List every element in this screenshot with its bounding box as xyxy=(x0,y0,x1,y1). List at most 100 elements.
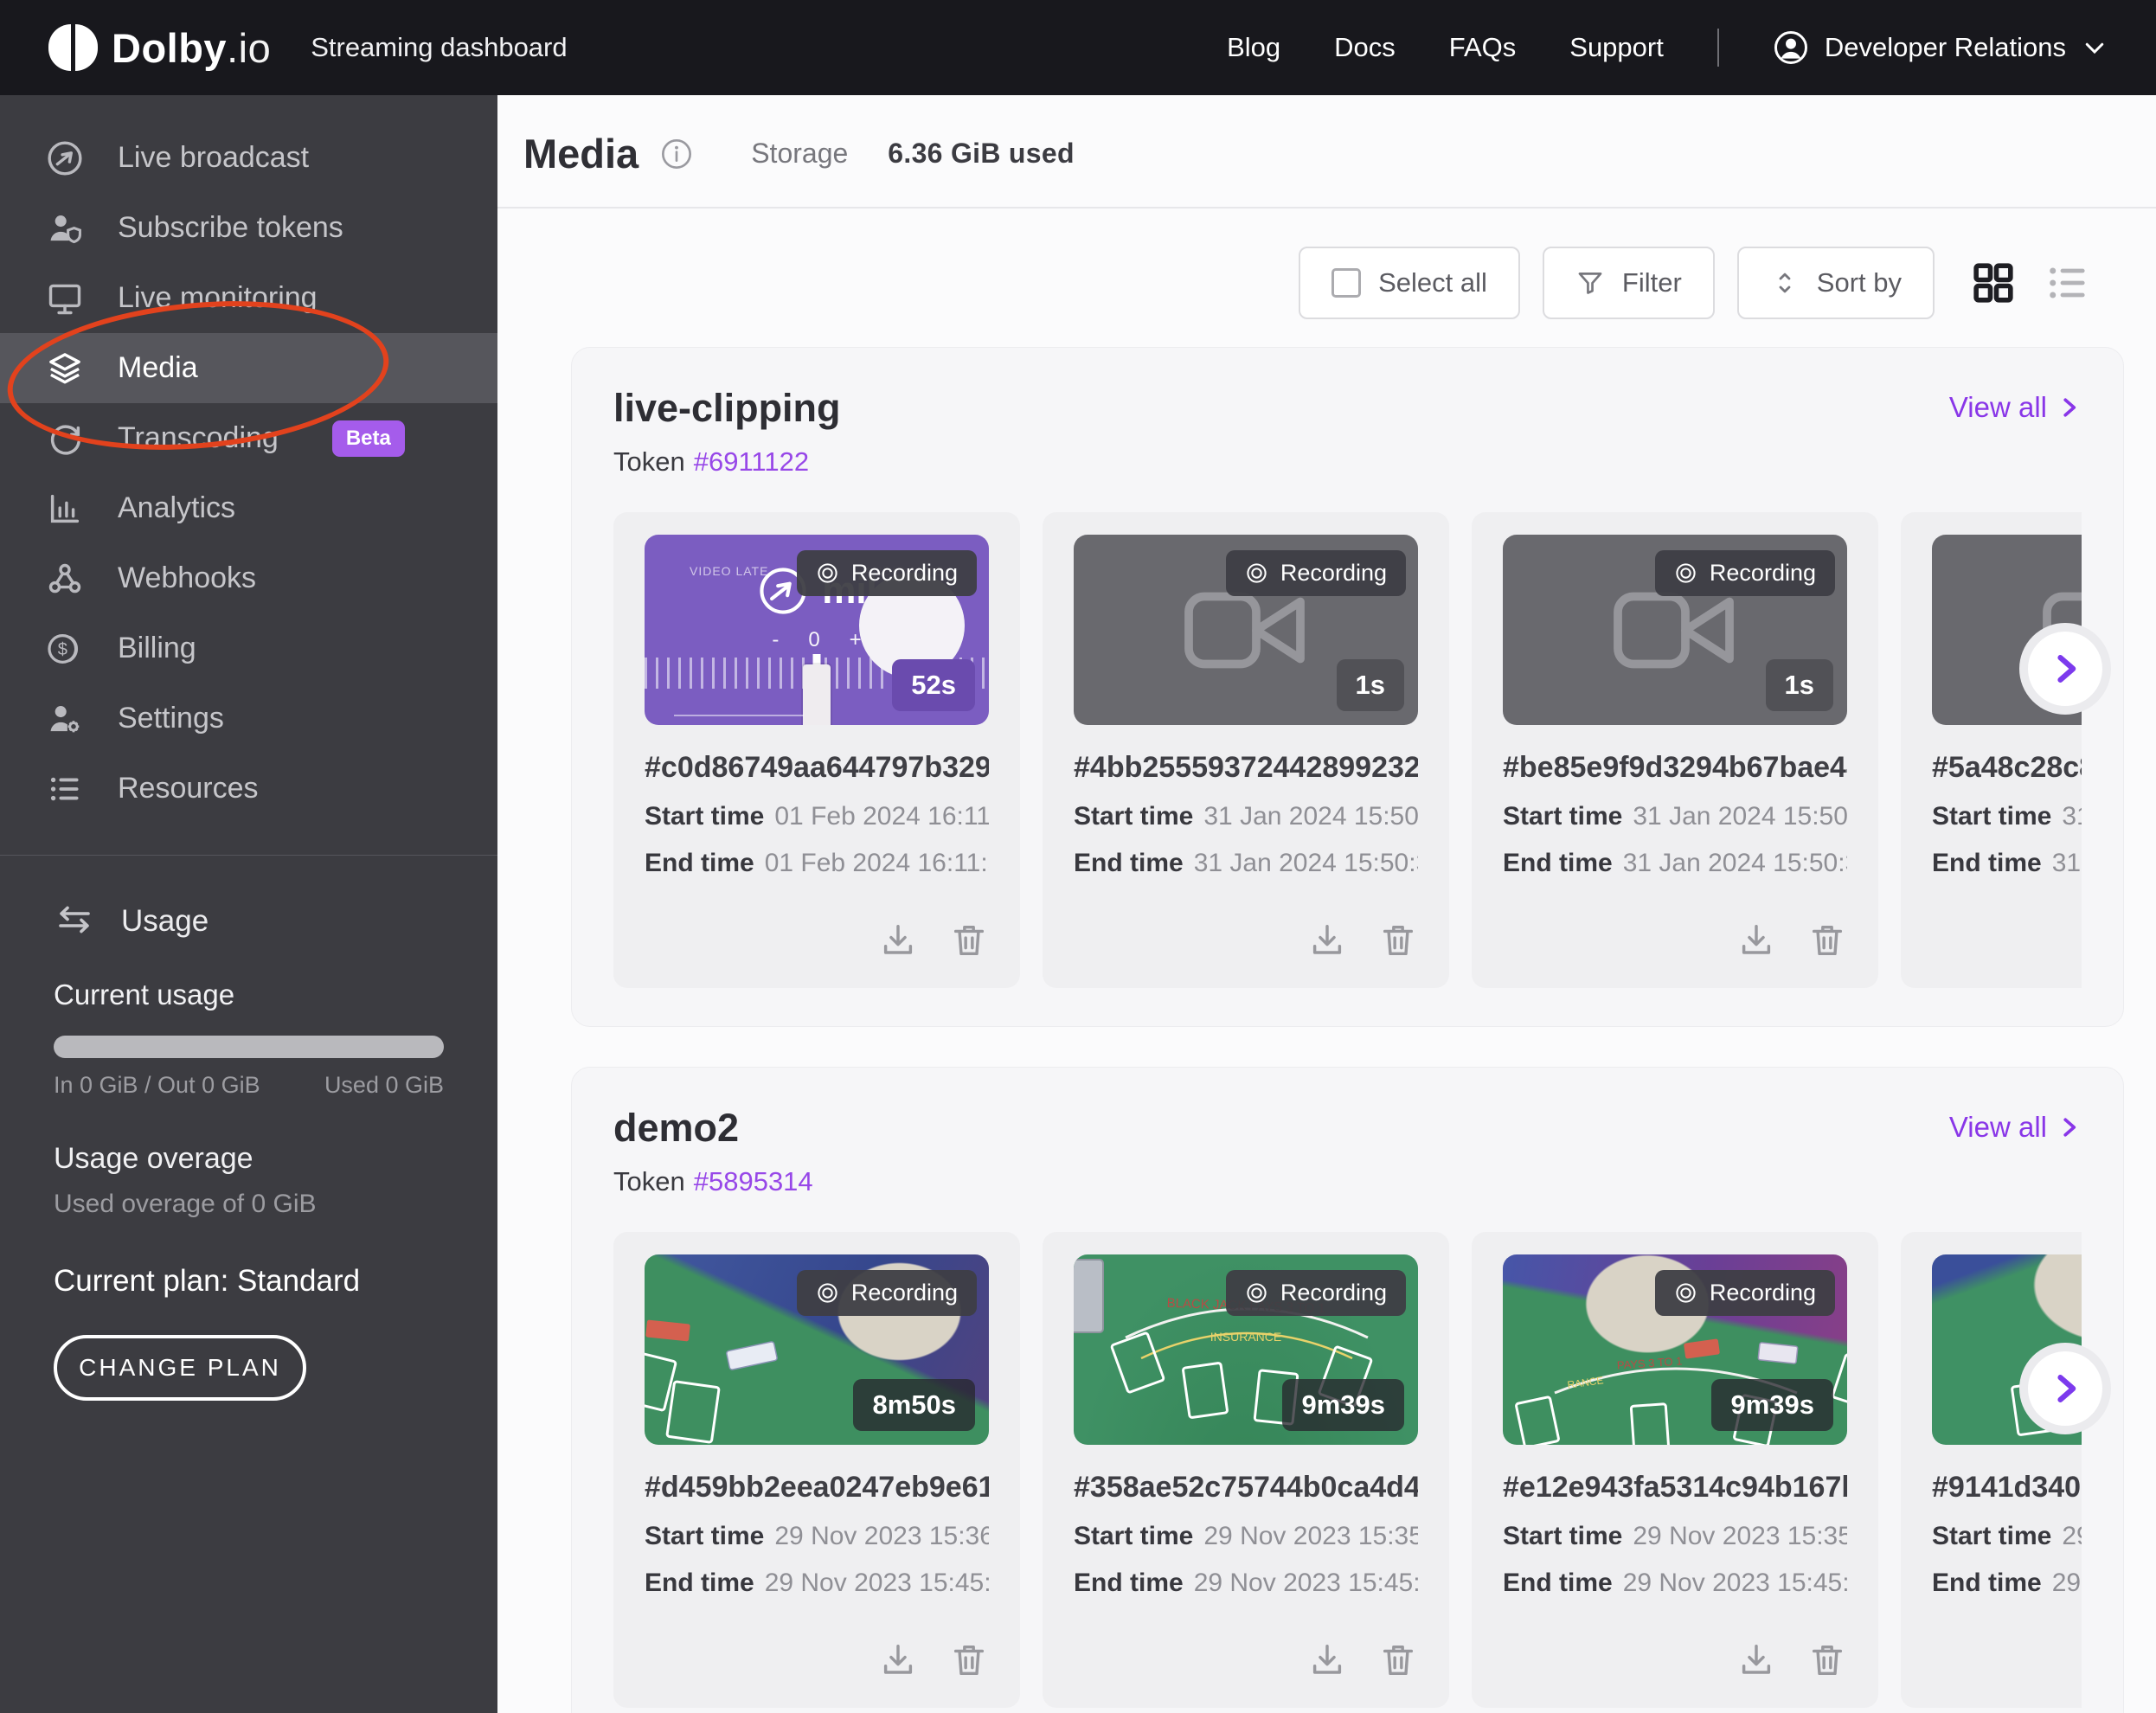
recording-badge: Recording xyxy=(797,550,977,596)
info-icon[interactable] xyxy=(659,137,694,171)
sidebar-item-label: Media xyxy=(118,351,198,385)
coin-dollar-icon: $ xyxy=(45,629,85,669)
bar-chart-icon xyxy=(45,489,85,529)
next-cards-button[interactable] xyxy=(2019,1343,2111,1434)
download-icon[interactable] xyxy=(1307,1640,1347,1680)
sidebar-item-live-broadcast[interactable]: Live broadcast xyxy=(0,123,497,193)
record-dot-icon xyxy=(816,1281,839,1305)
download-icon[interactable] xyxy=(878,921,918,960)
sidebar-item-live-monitoring[interactable]: Live monitoring xyxy=(0,263,497,333)
dolby-double-d-icon xyxy=(48,24,98,71)
media-thumbnail[interactable]: Recording 1s xyxy=(1503,535,1847,725)
top-nav: Blog Docs FAQs Support Developer Relatio… xyxy=(1227,29,2108,67)
duration-badge: 8m50s xyxy=(853,1379,975,1431)
duration-badge: 9m39s xyxy=(1711,1379,1833,1431)
change-plan-button[interactable]: CHANGE PLAN xyxy=(54,1335,306,1401)
dolby-logo[interactable]: Dolby.io xyxy=(48,24,271,72)
download-icon[interactable] xyxy=(878,1640,918,1680)
media-id: #9141d340670 xyxy=(1932,1471,2082,1504)
media-thumbnail[interactable]: PAYS 3 TO 1 RANCE xyxy=(1503,1254,1847,1445)
trash-icon[interactable] xyxy=(1378,1640,1418,1680)
toolbar: Select all Filter Sort by xyxy=(497,247,2156,319)
record-dot-icon xyxy=(1674,561,1697,585)
record-dot-icon xyxy=(1245,1281,1268,1305)
sidebar-nav: Live broadcast Subscribe tokens Live mon… xyxy=(0,95,497,824)
view-all-link[interactable]: View all xyxy=(1949,1111,2082,1144)
nav-faqs[interactable]: FAQs xyxy=(1449,32,1517,63)
sidebar-item-media[interactable]: Media xyxy=(0,333,497,403)
section-title: demo2 xyxy=(613,1106,739,1151)
cards-row: mil -0+ VIDEO LATE AUDIO LATE xyxy=(613,512,2082,988)
list-view-button[interactable] xyxy=(2044,259,2092,307)
sidebar-item-webhooks[interactable]: Webhooks xyxy=(0,543,497,613)
grid-view-button[interactable] xyxy=(1969,259,2018,307)
select-all-checkbox[interactable] xyxy=(1331,268,1361,298)
media-id: #e12e943fa5314c94b167bd... xyxy=(1503,1471,1847,1504)
filter-button[interactable]: Filter xyxy=(1543,247,1715,319)
account-label: Developer Relations xyxy=(1825,32,2066,63)
layers-icon xyxy=(45,349,85,388)
sort-by-button[interactable]: Sort by xyxy=(1737,247,1935,319)
nav-support[interactable]: Support xyxy=(1569,32,1664,63)
media-thumbnail[interactable]: Recording 8m50s xyxy=(645,1254,989,1445)
trash-icon[interactable] xyxy=(1807,1640,1847,1680)
trash-icon[interactable] xyxy=(1378,921,1418,960)
duration-badge: 9m39s xyxy=(1282,1379,1404,1431)
view-all-link[interactable]: View all xyxy=(1949,391,2082,424)
sidebar-item-subscribe-tokens[interactable]: Subscribe tokens xyxy=(0,193,497,263)
usage-title: Usage xyxy=(121,904,209,939)
account-menu[interactable]: Developer Relations xyxy=(1773,29,2108,66)
page-title: Media xyxy=(523,130,638,177)
section-title: live-clipping xyxy=(613,386,841,431)
nav-docs[interactable]: Docs xyxy=(1334,32,1396,63)
usage-overage-text: Used overage of 0 GiB xyxy=(54,1190,444,1219)
media-card-clipped: #5a48c28c8368 Start time31 Jan 2 End tim… xyxy=(1901,512,2082,988)
filter-funnel-icon xyxy=(1575,268,1605,298)
media-header: Media Storage 6.36 GiB used xyxy=(497,95,2156,177)
record-dot-icon xyxy=(816,561,839,585)
media-card-clipped: BLACK #9141d340670 Start time29 Nov 2 En… xyxy=(1901,1232,2082,1708)
main-content: Media Storage 6.36 GiB used Select all F… xyxy=(497,95,2156,1713)
media-thumbnail[interactable]: mil -0+ VIDEO LATE AUDIO LATE xyxy=(645,535,989,725)
svg-text:$: $ xyxy=(58,639,67,658)
trash-icon[interactable] xyxy=(949,921,989,960)
usage-used: Used 0 GiB xyxy=(324,1072,444,1099)
select-all-button[interactable]: Select all xyxy=(1299,247,1520,319)
recording-badge: Recording xyxy=(797,1270,977,1316)
chevron-right-icon xyxy=(2046,1370,2084,1408)
usage-overage-title: Usage overage xyxy=(54,1142,444,1176)
current-usage-label: Current usage xyxy=(54,978,444,1011)
media-thumbnail[interactable]: Recording 1s xyxy=(1074,535,1418,725)
token-line: Token#5895314 xyxy=(613,1166,2082,1197)
usage-panel: Usage Current usage In 0 GiB / Out 0 GiB… xyxy=(0,856,497,1401)
cards-row: Recording 8m50s #d459bb2eea0247eb9e613a.… xyxy=(613,1232,2082,1708)
sidebar-item-billing[interactable]: $ Billing xyxy=(0,613,497,683)
trash-icon[interactable] xyxy=(949,1640,989,1680)
video-late-label: VIDEO LATE xyxy=(690,564,768,621)
trash-icon[interactable] xyxy=(1807,921,1847,960)
download-icon[interactable] xyxy=(1307,921,1347,960)
usage-progress-bar xyxy=(54,1036,444,1058)
recording-badge: Recording xyxy=(1655,1270,1835,1316)
next-cards-button[interactable] xyxy=(2019,623,2111,715)
svg-text:INSURANCE: INSURANCE xyxy=(1210,1330,1281,1344)
media-id: #358ae52c75744b0ca4d4ec... xyxy=(1074,1471,1418,1504)
storage-label: Storage xyxy=(751,138,848,170)
chevron-right-icon xyxy=(2046,650,2084,688)
token-link[interactable]: #6911122 xyxy=(694,446,809,477)
sidebar-item-settings[interactable]: Settings xyxy=(0,683,497,754)
sidebar-item-label: Live broadcast xyxy=(118,141,309,175)
token-line: Token#6911122 xyxy=(613,446,2082,478)
media-thumbnail[interactable]: BLACK JACK PAYS 3 TO 1 INSURANCE xyxy=(1074,1254,1418,1445)
token-link[interactable]: #5895314 xyxy=(694,1166,813,1197)
sidebar-item-resources[interactable]: Resources xyxy=(0,754,497,824)
media-card: PAYS 3 TO 1 RANCE xyxy=(1472,1232,1878,1708)
nav-blog[interactable]: Blog xyxy=(1227,32,1280,63)
download-icon[interactable] xyxy=(1736,921,1776,960)
sidebar-item-analytics[interactable]: Analytics xyxy=(0,473,497,543)
sidebar-item-transcoding[interactable]: Transcoding Beta xyxy=(0,403,497,473)
list-icon xyxy=(45,769,85,809)
download-icon[interactable] xyxy=(1736,1640,1776,1680)
webhook-icon xyxy=(45,559,85,599)
sidebar-item-label: Resources xyxy=(118,772,259,805)
